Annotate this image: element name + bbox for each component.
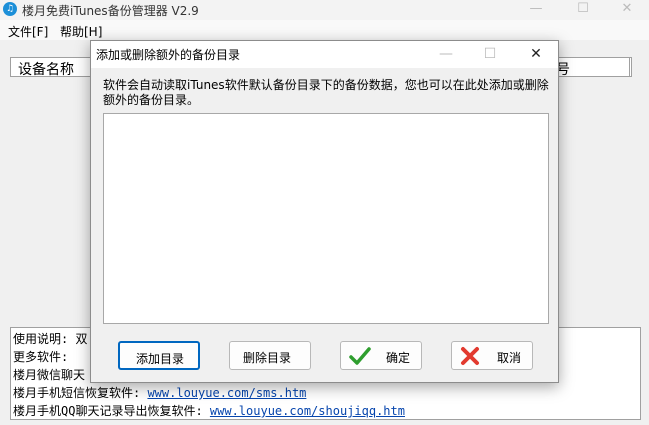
- dialog-title-bar: 添加或删除额外的备份目录 — ☐ ✕: [91, 41, 558, 68]
- app-title: 楼月免费iTunes备份管理器 V2.9: [22, 4, 199, 18]
- column-divider[interactable]: [629, 58, 631, 76]
- ok-label: 确定: [386, 351, 411, 365]
- close-button[interactable]: ✕: [604, 0, 649, 20]
- cancel-button[interactable]: 取消: [451, 341, 533, 370]
- add-dir-button[interactable]: 添加目录: [118, 341, 200, 370]
- dialog-description: 软件会自动读取iTunes软件默认备份目录下的备份数据，您也可以在此处添加或删除…: [103, 78, 549, 107]
- menu-bar: 文件[F] 帮助[H]: [0, 20, 649, 40]
- info-line-qq: 楼月手机QQ聊天记录导出恢复软件: www.louyue.com/shoujiq…: [13, 404, 405, 418]
- main-title-bar: ♫ 楼月免费iTunes备份管理器 V2.9 — ☐ ✕: [0, 0, 649, 20]
- menu-help[interactable]: 帮助[H]: [60, 23, 102, 40]
- maximize-button[interactable]: ☐: [560, 0, 606, 20]
- cross-icon: [460, 346, 480, 369]
- column-device-name[interactable]: 设备名称: [18, 59, 74, 79]
- sms-link[interactable]: www.louyue.com/sms.htm: [147, 386, 306, 400]
- menu-file[interactable]: 文件[F]: [8, 23, 48, 40]
- remove-dir-button[interactable]: 删除目录: [229, 341, 311, 370]
- backup-dir-dialog: 添加或删除额外的备份目录 — ☐ ✕ 软件会自动读取iTunes软件默认备份目录…: [90, 40, 559, 383]
- cancel-label: 取消: [497, 351, 522, 365]
- checkmark-icon: [349, 346, 371, 369]
- app-icon: ♫: [3, 2, 17, 16]
- dialog-close-button[interactable]: ✕: [516, 43, 556, 65]
- dialog-maximize-button[interactable]: ☐: [470, 43, 510, 65]
- info-line-sms: 楼月手机短信恢复软件: www.louyue.com/sms.htm: [13, 386, 307, 400]
- dialog-minimize-button[interactable]: —: [426, 43, 466, 65]
- minimize-button[interactable]: —: [513, 0, 559, 20]
- dialog-title: 添加或删除额外的备份目录: [96, 48, 241, 62]
- ok-button[interactable]: 确定: [340, 341, 422, 370]
- remove-dir-label: 删除目录: [243, 351, 292, 365]
- add-dir-label: 添加目录: [136, 352, 185, 366]
- qq-link[interactable]: www.louyue.com/shoujiqq.htm: [210, 404, 405, 418]
- backup-dir-list[interactable]: [103, 113, 549, 324]
